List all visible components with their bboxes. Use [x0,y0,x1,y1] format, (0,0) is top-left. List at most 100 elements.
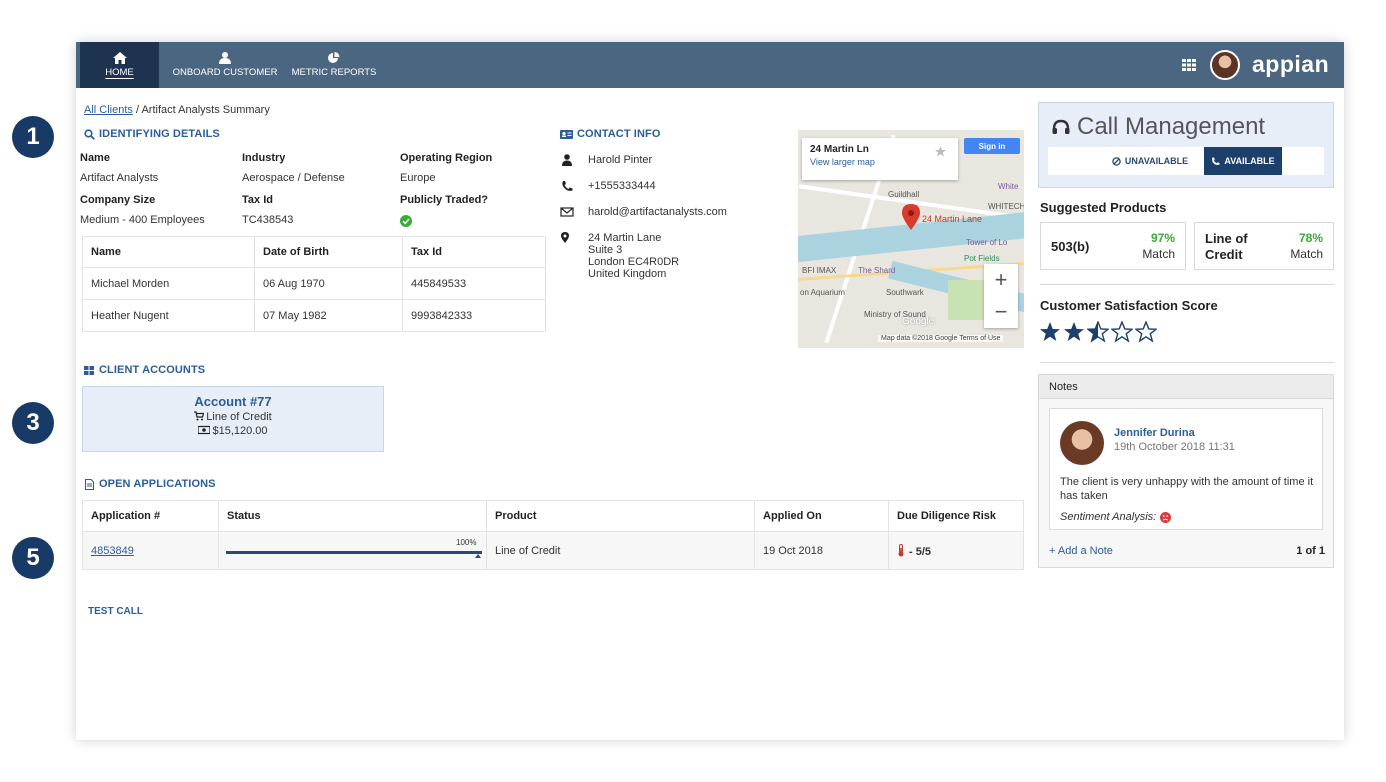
contact-person-row: Harold Pinter [560,154,652,166]
contact-phone-row: +1555333444 [560,180,656,192]
star-icon[interactable] [935,146,946,157]
address-line-2: Suite 3 [588,244,623,256]
sentiment-analysis: Sentiment Analysis: [1060,511,1172,523]
table-row: Heather Nugent 07 May 1982 9993842333 [82,299,546,332]
column-header[interactable]: Date of Birth [254,236,403,268]
application-link[interactable]: 4853849 [91,545,134,557]
open-applications-title: OPEN APPLICATIONS [84,478,216,490]
column-header[interactable]: Applied On [754,500,889,532]
map-info-card: 24 Martin Ln View larger map [802,138,958,180]
nav-onboard-customer[interactable]: ONBOARD CUSTOMER [167,42,283,88]
user-icon [562,154,572,166]
add-note-link[interactable]: + Add a Note [1049,545,1113,557]
open-applications-label: OPEN APPLICATIONS [99,478,216,490]
call-management-label: Call Management [1077,113,1266,140]
table-cell: 445849533 [402,267,546,300]
available-label: AVAILABLE [1224,156,1275,166]
zoom-out-button[interactable]: − [984,296,1018,328]
applications-table: Application # Status Product Applied On … [82,500,1024,570]
suggested-products-title: Suggested Products [1040,200,1167,215]
column-header[interactable]: Application # [82,500,219,532]
contact-phone: +1555333444 [588,180,656,192]
satisfaction-title: Customer Satisfaction Score [1040,298,1218,313]
map-pin-icon[interactable] [902,204,920,230]
note-author[interactable]: Jennifer Durina [1114,427,1195,439]
nav-home-label: HOME [105,67,134,78]
company-size-label: Company Size [80,194,156,206]
test-call-link[interactable]: TEST CALL [88,606,143,617]
map-label: Pot Fields [964,254,1000,263]
user-icon [219,52,231,64]
satisfaction-stars [1039,321,1157,343]
table-cell: Michael Morden [82,267,255,300]
notes-panel: Notes Jennifer Durina 19th October 2018 … [1038,374,1334,568]
map-label: Tower of Lo [966,238,1008,247]
note-card: Jennifer Durina 19th October 2018 11:31 … [1049,408,1323,530]
product-match-label: Match [1142,247,1175,261]
thermometer-icon [898,543,904,556]
map-card-title: 24 Martin Ln [810,144,869,155]
envelope-icon [560,207,574,217]
tax-id-label: Tax Id [242,194,273,206]
map-marker-label: 24 Martin Lane [922,214,983,224]
progress-percent: 100% [456,538,477,547]
contact-card-icon [560,129,573,139]
home-icon [112,52,127,64]
map-zoom-control: + − [984,264,1018,328]
cart-icon [194,411,205,421]
unavailable-button[interactable]: UNAVAILABLE [1100,147,1200,175]
available-button[interactable]: AVAILABLE [1204,147,1282,175]
breadcrumb-all-clients[interactable]: All Clients [84,104,133,116]
zoom-in-button[interactable]: + [984,264,1018,296]
phone-icon [1212,157,1220,165]
apps-grid-icon[interactable] [1182,59,1196,71]
view-larger-map-link[interactable]: View larger map [810,157,950,167]
people-table-header: Name Date of Birth Tax Id [82,236,546,268]
callout-1: 1 [12,116,54,158]
call-management-title: Call Management [1051,113,1265,141]
column-header[interactable]: Due Diligence Risk [888,500,1024,532]
star-half-icon [1087,321,1109,343]
map-label: Guildhall [888,190,920,199]
nav-metric-reports[interactable]: METRIC REPORTS [291,42,377,88]
ban-icon [1112,156,1121,166]
product-card[interactable]: Line of Credit 78% Match [1194,222,1334,270]
nav-home[interactable]: HOME [80,42,159,88]
pie-chart-icon [328,52,340,63]
column-header[interactable]: Status [218,500,487,532]
note-body: The client is very unhappy with the amou… [1060,476,1314,502]
account-amount-label: $15,120.00 [212,425,268,437]
breadcrumb: All Clients / Artifact Analysts Summary [84,104,270,116]
product-name: 503(b) [1051,239,1090,254]
top-nav-bar: HOME ONBOARD CUSTOMER METRIC REPORTS app… [76,42,1344,88]
client-accounts-title: CLIENT ACCOUNTS [84,364,205,376]
table-row: 4853849 Line of Credit 19 Oct 2018 - 5/5 [82,531,1024,570]
location-map[interactable]: Guildhall WHITECH Tower of Lo The Shard … [798,130,1024,348]
tax-id-value: TC438543 [242,214,294,226]
table-row: Michael Morden 06 Aug 1970 445849533 [82,267,546,300]
map-label: Southwark [886,288,924,297]
contact-email[interactable]: harold@artifactanalysts.com [588,206,727,218]
search-icon [84,128,95,140]
product-match-percent: 97% [1150,231,1175,245]
map-label: White [998,182,1019,191]
map-label: The Shard [858,266,896,275]
column-header[interactable]: Tax Id [402,236,546,268]
column-header[interactable]: Product [486,500,755,532]
user-avatar[interactable] [1210,50,1240,80]
publicly-traded-label: Publicly Traded? [400,194,489,206]
product-card[interactable]: 503(b) 97% Match [1040,222,1186,270]
contact-info-label: CONTACT INFO [577,128,661,140]
map-sign-in-button[interactable]: Sign in [964,138,1020,154]
operating-region-value: Europe [400,172,436,184]
address-line-4: United Kingdom [588,268,667,280]
map-sign-in-label: Sign in [978,141,1006,151]
grid-icon [84,365,94,375]
product-match-percent: 78% [1298,231,1323,245]
star-filled-icon [1064,322,1084,341]
account-amount: $15,120.00 [83,425,383,437]
column-header[interactable]: Name [82,236,255,268]
sentiment-label: Sentiment Analysis: [1060,511,1157,523]
account-card[interactable]: Account #77 Line of Credit $15,120.00 [82,386,384,452]
divider [1040,284,1334,285]
